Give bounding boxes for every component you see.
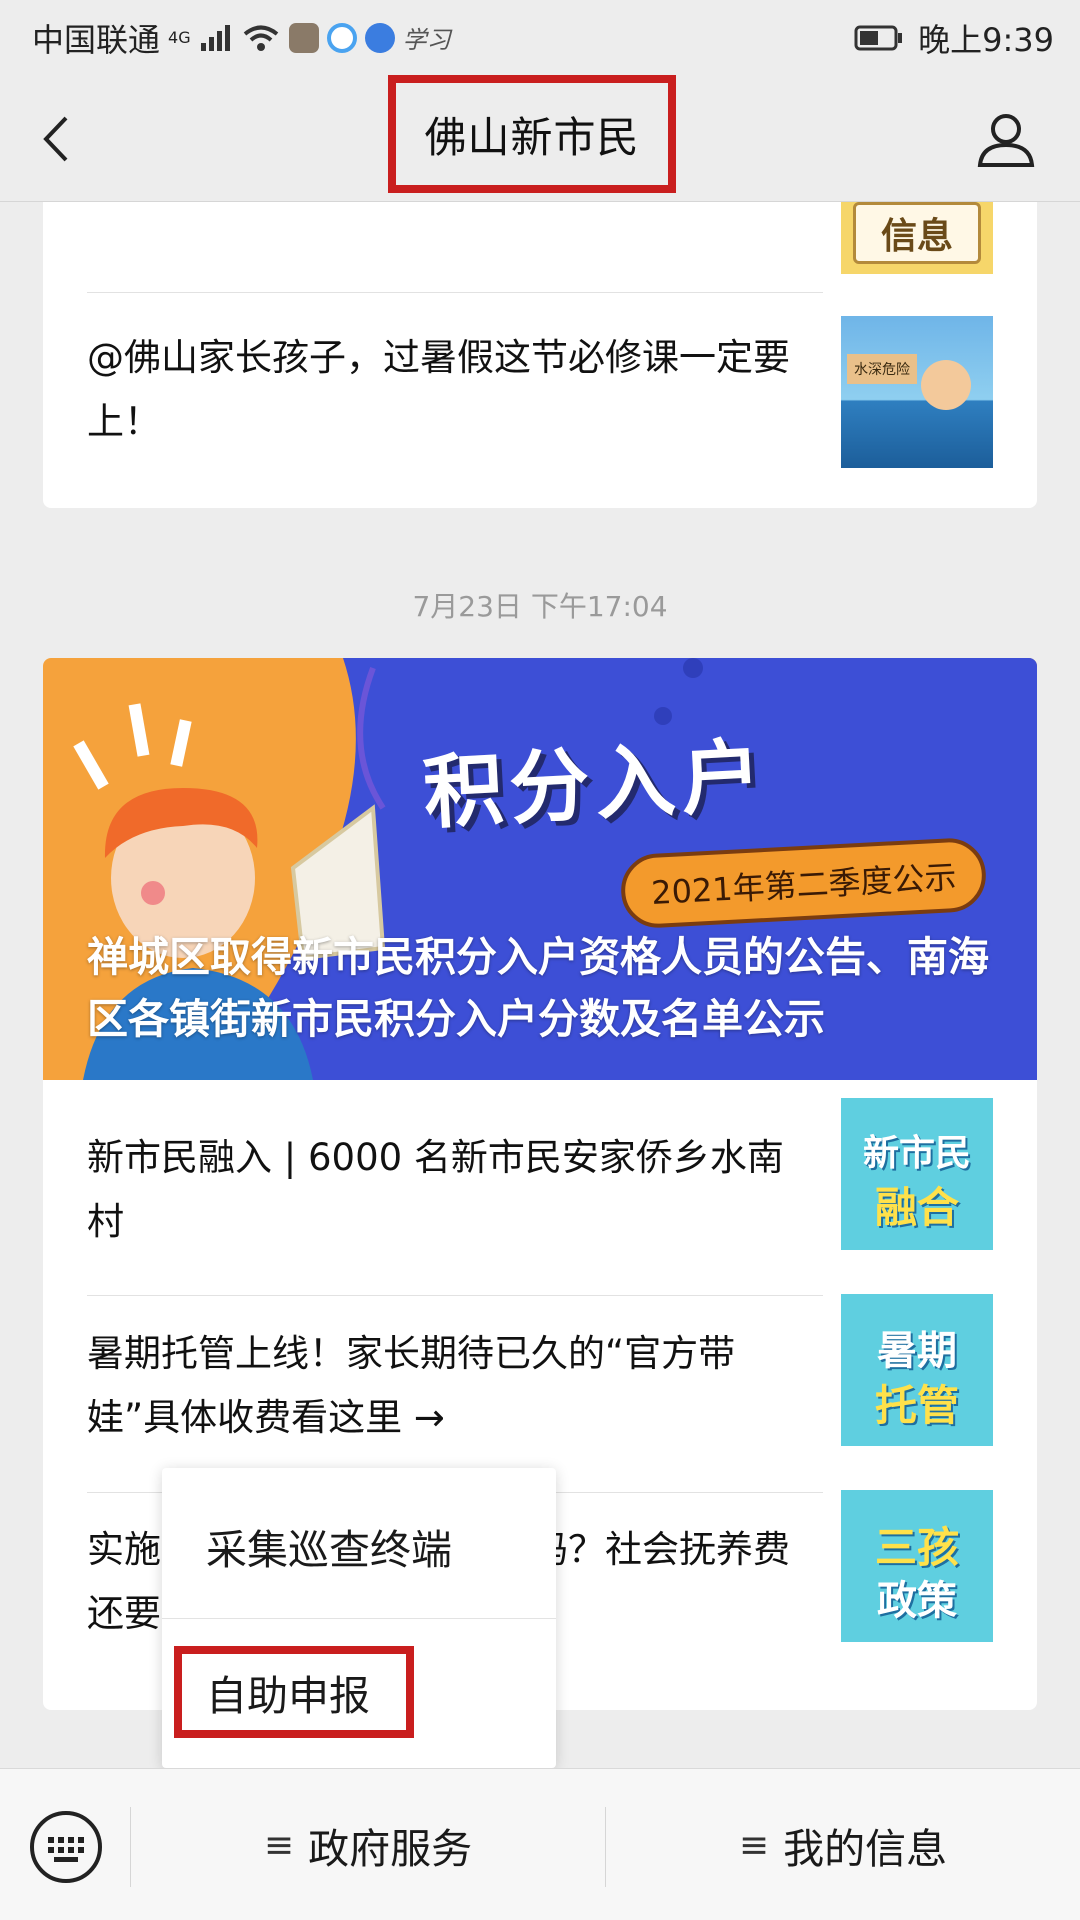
menu-item-inspection-terminal[interactable]: 采集巡查终端 <box>206 1516 452 1576</box>
menu-list-icon: ≡ <box>263 1824 295 1866</box>
item-title: @佛山家长孩子，过暑假这节必修课一定要上！ <box>87 336 790 443</box>
thumb-caption: 信息 <box>853 202 981 264</box>
hero-article[interactable]: 积分入户 2021年第二季度公示 禅城区取得新市民积分入户资格人员的公告、南海区… <box>43 658 1037 1080</box>
thumb-line1: 新市民 <box>862 1133 971 1174</box>
thumb-line1: 暑期 <box>877 1328 957 1374</box>
item-title: 指久！身上！远来！ <box>87 202 797 214</box>
video-app-icon <box>364 22 395 53</box>
chevron-left-icon <box>43 116 68 162</box>
shield-app-icon <box>288 22 319 53</box>
divider <box>87 292 823 293</box>
date-stamp: 7月23日 下午17:04 <box>412 590 668 623</box>
list-item[interactable]: 新市民融入 | 6000 名新市民安家侨乡水南村 新市民 融合 <box>87 1098 993 1294</box>
keyboard-icon <box>30 1811 102 1883</box>
submenu-popup: 采集巡查终端 自助申报 <box>162 1468 556 1768</box>
item-thumbnail: 信息 <box>841 202 993 274</box>
menu-government-services[interactable]: ≡ 政府服务 <box>131 1769 605 1920</box>
carrier-label: 中国联通 <box>32 20 161 59</box>
item-title: 新市民融入 | 6000 名新市民安家侨乡水南村 <box>87 1136 784 1243</box>
page-title: 佛山新市民 <box>424 112 640 162</box>
item-thumbnail: 新市民 融合 <box>841 1098 993 1250</box>
thumb-figure <box>921 360 971 410</box>
signal-icon <box>200 24 230 51</box>
network-type: 4G <box>168 28 191 47</box>
back-button[interactable] <box>34 107 78 171</box>
thumb-line2: 托管 <box>874 1381 959 1430</box>
thumb-line2: 政策 <box>877 1578 957 1624</box>
hero-banner-heading: 积分入户 <box>421 729 770 840</box>
status-bar: 中国联通 4G 学习 晚上9:39 <box>0 0 1080 75</box>
thumb-sign: 水深危险 <box>847 354 917 384</box>
study-app-icon: 学习 <box>402 26 451 54</box>
menu-list-icon: ≡ <box>738 1824 770 1866</box>
item-title: 暑期托管上线！家长期待已久的“官方带娃”具体收费看这里 → <box>87 1332 736 1439</box>
browser-app-icon <box>326 22 357 53</box>
article-card-previous: 指久！身上！远来！ 信息 @佛山家长孩子，过暑假这节必修课一定要上！ 水深危险 <box>43 202 1037 508</box>
item-thumbnail: 水深危险 <box>841 316 993 468</box>
list-item[interactable]: @佛山家长孩子，过暑假这节必修课一定要上！ 水深危险 <box>87 314 993 508</box>
divider <box>162 1618 556 1619</box>
keyboard-toggle-button[interactable] <box>28 1809 104 1885</box>
thumb-line1: 三孩 <box>874 1523 959 1572</box>
clock: 晚上9:39 <box>918 20 1054 59</box>
menu-label: 政府服务 <box>308 1825 473 1873</box>
thumb-line2: 融合 <box>874 1183 959 1232</box>
item-thumbnail: 三孩 政策 <box>841 1490 993 1642</box>
bottom-menu-bar: ≡ 政府服务 ≡ 我的信息 <box>0 1768 1080 1920</box>
list-item[interactable]: 指久！身上！远来！ 信息 <box>87 202 993 318</box>
list-item[interactable]: 暑期托管上线！家长期待已久的“官方带娃”具体收费看这里 → 暑期 托管 <box>87 1294 993 1490</box>
title-highlight-box: 佛山新市民 <box>388 75 676 193</box>
battery-icon <box>854 25 903 50</box>
nav-bar: 佛山新市民 <box>0 75 1080 202</box>
profile-button[interactable] <box>976 111 1036 167</box>
hero-title: 禅城区取得新市民积分入户资格人员的公告、南海区各镇街新市民积分入户分数及名单公示 <box>87 933 989 1043</box>
wifi-icon <box>243 25 278 51</box>
menu-label: 我的信息 <box>783 1825 948 1873</box>
item-thumbnail: 暑期 托管 <box>841 1294 993 1446</box>
menu-item-self-report[interactable]: 自助申报 <box>174 1646 414 1738</box>
person-icon <box>977 114 1035 167</box>
menu-my-info[interactable]: ≡ 我的信息 <box>606 1769 1080 1920</box>
